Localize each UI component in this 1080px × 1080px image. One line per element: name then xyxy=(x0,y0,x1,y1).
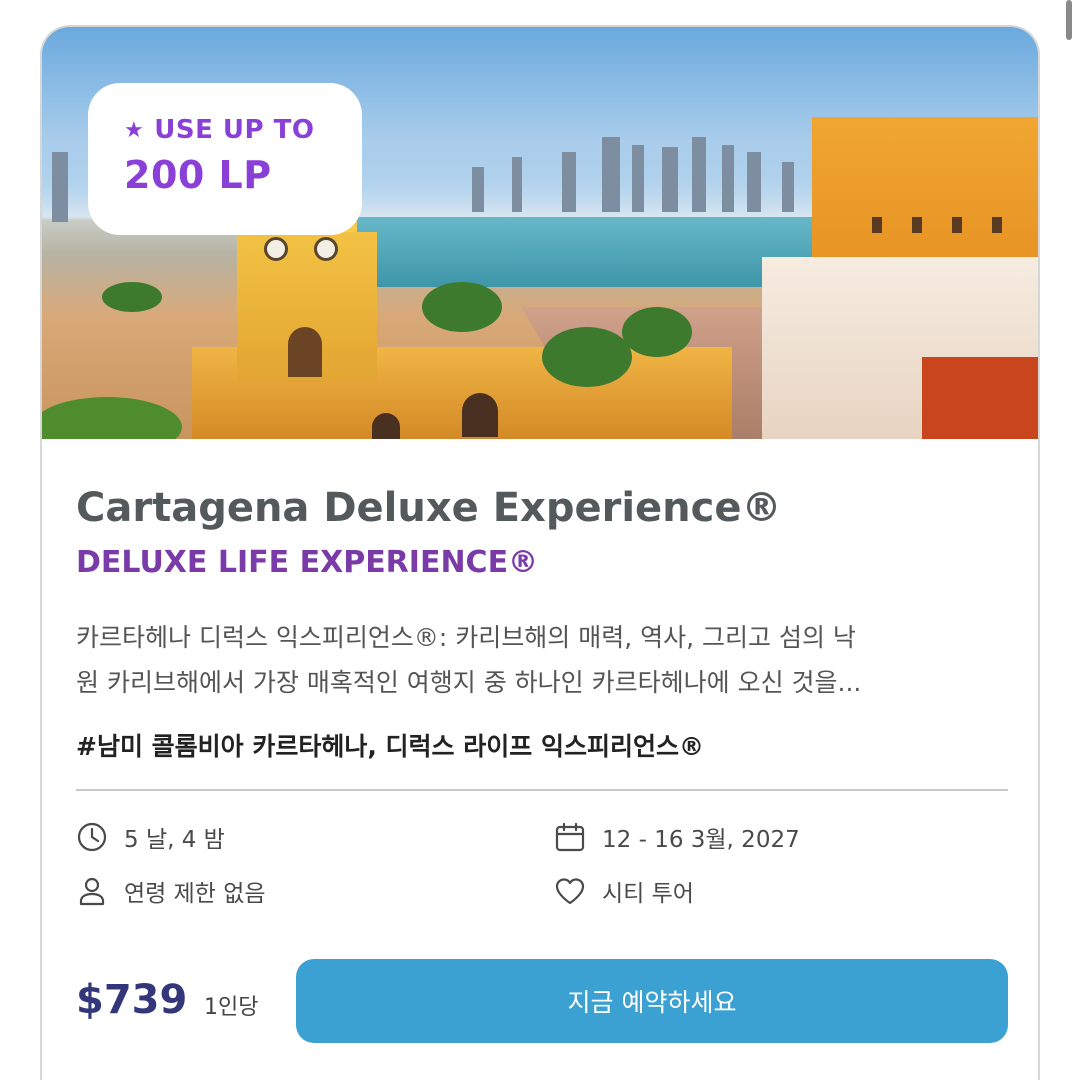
window xyxy=(992,217,1002,233)
palm-tree xyxy=(542,327,632,387)
price: $739 xyxy=(76,977,188,1023)
category-info: 시티 투어 xyxy=(554,874,694,908)
palm-tree xyxy=(422,282,502,332)
wall-gate xyxy=(372,413,400,439)
window xyxy=(872,217,882,233)
description-line: 원 카리브해에서 가장 매혹적인 여행지 중 하나인 카르타헤나에 오신 것을.… xyxy=(76,668,862,697)
skyline-building xyxy=(692,137,706,212)
calendar-icon xyxy=(555,822,585,852)
skyline-building xyxy=(562,152,576,212)
palm-tree xyxy=(622,307,692,357)
experience-card[interactable]: ★ USE UP TO 200 LP Cartagena Deluxe Expe… xyxy=(40,25,1040,1080)
skyline-building xyxy=(52,152,68,222)
price-unit: 1인당 xyxy=(204,995,259,1020)
experience-title[interactable]: Cartagena Deluxe Experience® xyxy=(76,485,782,531)
divider xyxy=(76,789,1008,791)
clock-icon xyxy=(77,822,107,852)
skyline-building xyxy=(662,147,678,212)
duration-text: 5 날, 4 밤 xyxy=(124,827,225,853)
skyline-building xyxy=(722,145,734,212)
age-info: 연령 제한 없음 xyxy=(76,874,266,908)
experience-subtitle: DELUXE LIFE EXPERIENCE® xyxy=(76,545,539,580)
experience-tags: #남미 콜롬비아 카르타헤나, 디럭스 라이프 익스피리언스® xyxy=(76,732,704,761)
skyline-building xyxy=(632,145,644,212)
description-line: 카르타헤나 디럭스 익스피리언스®: 카리브해의 매력, 역사, 그리고 섬의 … xyxy=(76,623,856,652)
loyalty-points-badge: ★ USE UP TO 200 LP xyxy=(88,83,362,235)
heart-icon xyxy=(555,878,585,905)
age-text: 연령 제한 없음 xyxy=(124,881,266,907)
category-text: 시티 투어 xyxy=(602,881,694,907)
window xyxy=(952,217,962,233)
skyline-building xyxy=(782,162,794,212)
clock-face xyxy=(264,237,288,261)
skyline-building xyxy=(512,157,522,212)
wall-gate xyxy=(462,393,498,437)
skyline-building xyxy=(472,167,484,212)
palm-tree xyxy=(42,397,182,439)
dates-info: 12 - 16 3월, 2027 xyxy=(554,820,800,854)
badge-value: 200 LP xyxy=(124,153,272,197)
red-building xyxy=(922,357,1038,439)
duration-info: 5 날, 4 밤 xyxy=(76,820,225,854)
badge-label: USE UP TO xyxy=(154,115,315,145)
person-icon xyxy=(79,877,105,906)
experience-description: 카르타헤나 디럭스 익스피리언스®: 카리브해의 매력, 역사, 그리고 섬의 … xyxy=(76,615,1011,705)
scrollbar[interactable] xyxy=(1066,0,1072,40)
palm-tree xyxy=(102,282,162,312)
skyline-building xyxy=(747,152,761,212)
book-now-button[interactable]: 지금 예약하세요 xyxy=(296,959,1008,1043)
skyline-building xyxy=(602,137,620,212)
window xyxy=(912,217,922,233)
star-icon: ★ xyxy=(124,117,145,143)
hero-image[interactable]: ★ USE UP TO 200 LP xyxy=(42,27,1038,439)
badge-label-row: ★ USE UP TO xyxy=(124,115,362,145)
dates-text: 12 - 16 3월, 2027 xyxy=(602,827,800,853)
clock-face xyxy=(314,237,338,261)
tower-gate xyxy=(288,327,322,377)
